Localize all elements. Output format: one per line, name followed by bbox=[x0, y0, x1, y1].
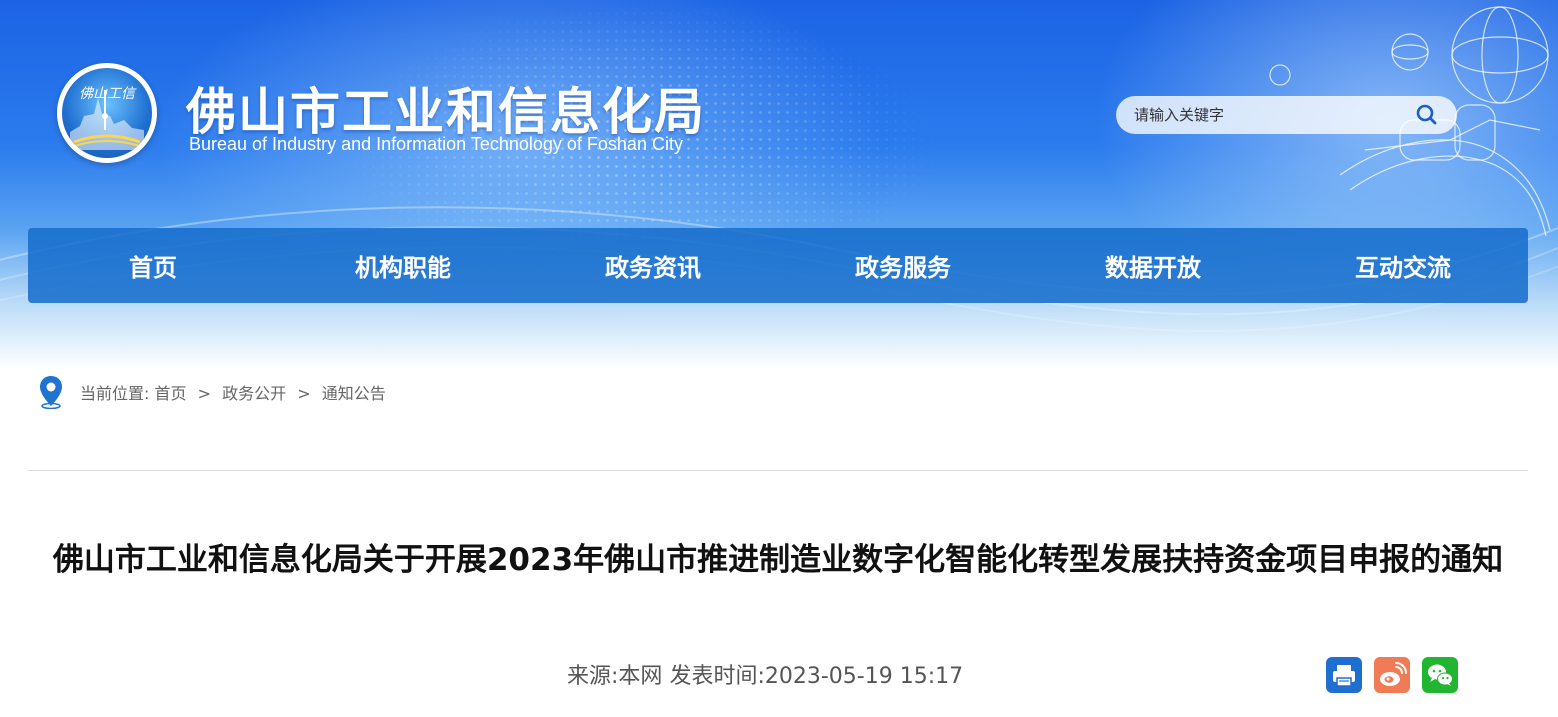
publish-time-label: 发表时间: bbox=[669, 664, 765, 689]
article-meta: 来源:本网 发表时间:2023-05-19 15:17 bbox=[567, 658, 963, 690]
breadcrumb-separator: > bbox=[297, 384, 311, 403]
breadcrumb-separator: > bbox=[197, 384, 212, 403]
weibo-share-button[interactable] bbox=[1374, 657, 1410, 693]
nav-item-interaction[interactable]: 互动交流 bbox=[1278, 228, 1528, 303]
content-divider bbox=[28, 470, 1528, 471]
wechat-icon bbox=[1428, 664, 1453, 686]
wechat-share-button[interactable] bbox=[1422, 657, 1458, 693]
breadcrumb: 当前位置: 首页 > 政务公开 > 通知公告 bbox=[38, 372, 386, 412]
print-icon bbox=[1333, 665, 1355, 687]
nav-item-government-services[interactable]: 政务服务 bbox=[778, 228, 1028, 303]
breadcrumb-link-home[interactable]: 首页 bbox=[155, 384, 187, 403]
nav-item-organization[interactable]: 机构职能 bbox=[278, 228, 528, 303]
nav-item-government-news[interactable]: 政务资讯 bbox=[528, 228, 778, 303]
main-navigation: 首页 机构职能 政务资讯 政务服务 数据开放 互动交流 bbox=[28, 228, 1528, 303]
nav-item-open-data[interactable]: 数据开放 bbox=[1028, 228, 1278, 303]
search-icon bbox=[1416, 104, 1437, 125]
location-pin-icon bbox=[40, 376, 62, 409]
source-value: 本网 bbox=[618, 664, 663, 689]
article-title: 佛山市工业和信息化局关于开展2023年佛山市推进制造业数字化智能化转型发展扶持资… bbox=[52, 542, 1504, 578]
breadcrumb-link-notices[interactable]: 通知公告 bbox=[322, 384, 386, 403]
print-button[interactable] bbox=[1326, 657, 1362, 693]
breadcrumb-prefix: 当前位置: bbox=[80, 384, 150, 403]
publish-time-value: 2023-05-19 15:17 bbox=[764, 664, 964, 689]
header-banner: 佛山工信 佛山市工业和信息化局 Bureau of Industry and I… bbox=[0, 0, 1558, 370]
site-subtitle: Bureau of Industry and Information Techn… bbox=[189, 134, 683, 154]
source-label: 来源: bbox=[567, 664, 619, 689]
breadcrumb-link-government-affairs[interactable]: 政务公开 bbox=[222, 384, 286, 403]
bureau-emblem-logo: 佛山工信 bbox=[57, 63, 157, 163]
search-input[interactable] bbox=[1134, 104, 1404, 126]
search-button[interactable] bbox=[1410, 100, 1442, 130]
svg-text:佛山工信: 佛山工信 bbox=[79, 86, 137, 102]
weibo-icon bbox=[1380, 662, 1407, 686]
search-box bbox=[1116, 96, 1457, 134]
nav-item-home[interactable]: 首页 bbox=[28, 228, 278, 303]
